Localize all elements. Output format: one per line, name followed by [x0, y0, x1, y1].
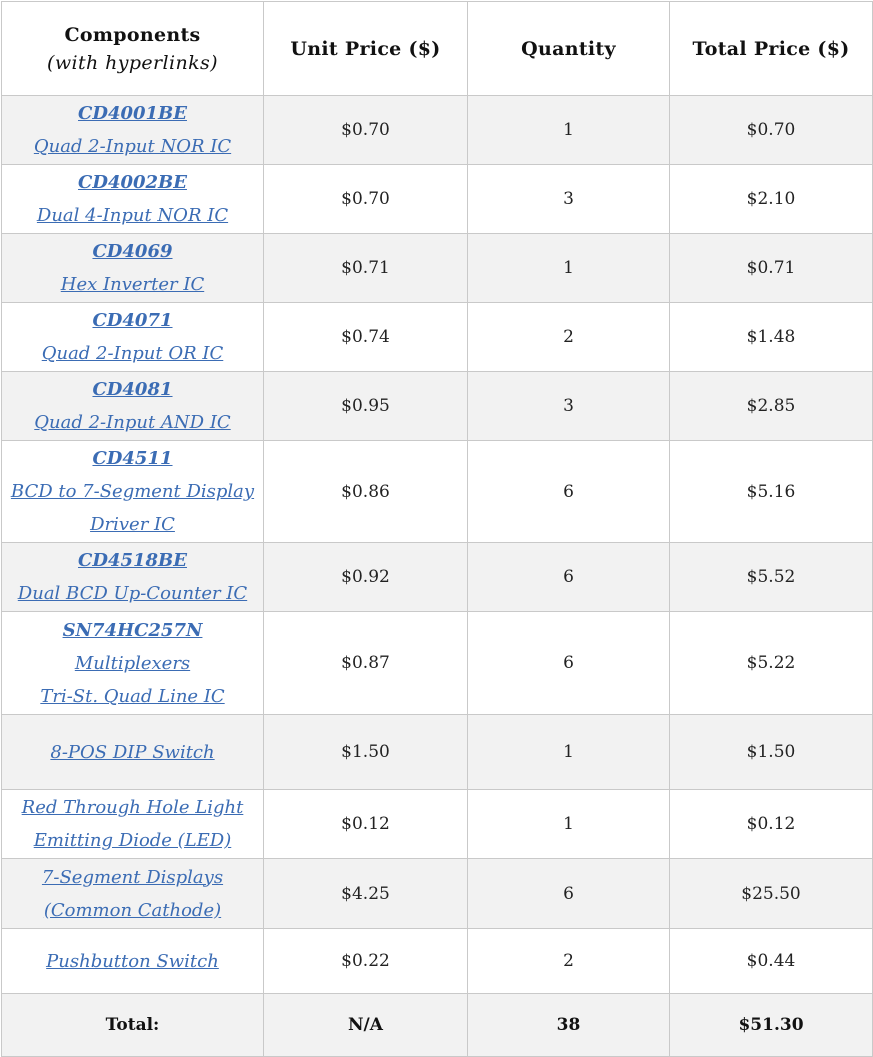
- table-row: CD4081 Quad 2-Input AND IC $0.95 3 $2.85: [1, 371, 873, 441]
- unit-price-cell: $1.50: [263, 714, 468, 790]
- total-price-cell: $1.48: [669, 302, 873, 372]
- table-row: Pushbutton Switch $0.22 2 $0.44: [1, 928, 873, 994]
- table-row: Red Through Hole Light Emitting Diode (LE…: [1, 789, 873, 859]
- component-cell: CD4071 Quad 2-Input OR IC: [1, 302, 264, 372]
- total-price-cell: $25.50: [669, 858, 873, 929]
- component-description-link[interactable]: Pushbutton Switch: [8, 945, 257, 978]
- component-description-link[interactable]: BCD to 7-Segment Display: [8, 475, 257, 508]
- header-components-sub: (with hyperlinks): [47, 51, 218, 74]
- component-cell: CD4081 Quad 2-Input AND IC: [1, 371, 264, 441]
- unit-price-cell: $0.71: [263, 233, 468, 303]
- component-description-link[interactable]: Dual 4-Input NOR IC: [8, 199, 257, 232]
- component-cell: 7-Segment Displays (Common Cathode): [1, 858, 264, 929]
- table-row: CD4069 Hex Inverter IC $0.71 1 $0.71: [1, 233, 873, 303]
- total-price-cell: $0.70: [669, 95, 873, 165]
- unit-price-cell: $0.87: [263, 611, 468, 715]
- component-part-link[interactable]: CD4001BE: [8, 97, 257, 130]
- unit-price-cell: $0.22: [263, 928, 468, 994]
- quantity-cell: 6: [467, 542, 670, 612]
- component-cell: CD4518BE Dual BCD Up-Counter IC: [1, 542, 264, 612]
- component-cell: CD4511 BCD to 7-Segment Display Driver IC: [1, 440, 264, 543]
- total-price-cell: $5.22: [669, 611, 873, 715]
- totals-row: Total: N/A 38 $51.30: [1, 993, 873, 1057]
- quantity-cell: 6: [467, 440, 670, 543]
- component-description-link[interactable]: Quad 2-Input OR IC: [8, 337, 257, 370]
- quantity-cell: 1: [467, 233, 670, 303]
- totals-unit-price: N/A: [263, 993, 468, 1057]
- unit-price-cell: $0.86: [263, 440, 468, 543]
- component-description-link[interactable]: Quad 2-Input NOR IC: [8, 130, 257, 163]
- unit-price-cell: $0.95: [263, 371, 468, 441]
- component-part-link[interactable]: CD4069: [8, 235, 257, 268]
- component-description-link[interactable]: Dual BCD Up-Counter IC: [8, 577, 257, 610]
- table-row: CD4001BE Quad 2-Input NOR IC $0.70 1 $0.70: [1, 95, 873, 165]
- component-part-link[interactable]: CD4511: [8, 442, 257, 475]
- unit-price-cell: $0.70: [263, 95, 468, 165]
- quantity-cell: 1: [467, 789, 670, 859]
- component-description-link[interactable]: 7-Segment Displays: [8, 861, 257, 894]
- total-price-cell: $5.16: [669, 440, 873, 543]
- table-row: SN74HC257N Multiplexers Tri-St. Quad Line …: [1, 611, 873, 715]
- component-part-link[interactable]: CD4081: [8, 373, 257, 406]
- unit-price-cell: $4.25: [263, 858, 468, 929]
- table-row: CD4518BE Dual BCD Up-Counter IC $0.92 6 $5.5…: [1, 542, 873, 612]
- component-cell: Pushbutton Switch: [1, 928, 264, 994]
- total-price-cell: $2.85: [669, 371, 873, 441]
- unit-price-cell: $0.74: [263, 302, 468, 372]
- totals-label: Total:: [1, 993, 264, 1057]
- component-cell: CD4002BE Dual 4-Input NOR IC: [1, 164, 264, 234]
- component-part-link[interactable]: CD4071: [8, 304, 257, 337]
- component-cell: Red Through Hole Light Emitting Diode (LE…: [1, 789, 264, 859]
- total-price-cell: $5.52: [669, 542, 873, 612]
- table-row: CD4511 BCD to 7-Segment Display Driver IC $…: [1, 440, 873, 543]
- component-part-link[interactable]: CD4518BE: [8, 544, 257, 577]
- component-description-link[interactable]: Red Through Hole Light: [8, 791, 257, 824]
- quantity-cell: 3: [467, 164, 670, 234]
- component-cell: 8-POS DIP Switch: [1, 714, 264, 790]
- quantity-cell: 1: [467, 714, 670, 790]
- totals-total-price: $51.30: [669, 993, 873, 1057]
- quantity-cell: 6: [467, 611, 670, 715]
- component-part-link[interactable]: CD4002BE: [8, 166, 257, 199]
- total-price-cell: $0.71: [669, 233, 873, 303]
- unit-price-cell: $0.70: [263, 164, 468, 234]
- component-description-link[interactable]: Driver IC: [8, 508, 257, 541]
- component-description-link[interactable]: Quad 2-Input AND IC: [8, 406, 257, 439]
- component-description-link[interactable]: Hex Inverter IC: [8, 268, 257, 301]
- quantity-cell: 3: [467, 371, 670, 441]
- component-cell: CD4001BE Quad 2-Input NOR IC: [1, 95, 264, 165]
- quantity-cell: 1: [467, 95, 670, 165]
- table-header-row: Components (with hyperlinks) Unit Price …: [1, 1, 873, 96]
- component-description-link[interactable]: 8-POS DIP Switch: [8, 736, 257, 769]
- quantity-cell: 2: [467, 928, 670, 994]
- total-price-cell: $1.50: [669, 714, 873, 790]
- total-price-cell: $0.44: [669, 928, 873, 994]
- header-quantity: Quantity: [467, 1, 670, 96]
- quantity-cell: 2: [467, 302, 670, 372]
- header-total-price: Total Price ($): [669, 1, 873, 96]
- component-description-link[interactable]: Tri-St. Quad Line IC: [8, 680, 257, 713]
- component-description-link[interactable]: Emitting Diode (LED): [8, 824, 257, 857]
- total-price-cell: $0.12: [669, 789, 873, 859]
- table-row: CD4002BE Dual 4-Input NOR IC $0.70 3 $2.10: [1, 164, 873, 234]
- component-part-link[interactable]: SN74HC257N: [8, 614, 257, 647]
- table-row: 8-POS DIP Switch $1.50 1 $1.50: [1, 714, 873, 790]
- header-components-label: Components: [64, 23, 201, 46]
- header-unit-price: Unit Price ($): [263, 1, 468, 96]
- component-description-link[interactable]: Multiplexers: [8, 647, 257, 680]
- table-row: CD4071 Quad 2-Input OR IC $0.74 2 $1.48: [1, 302, 873, 372]
- component-cell: CD4069 Hex Inverter IC: [1, 233, 264, 303]
- quantity-cell: 6: [467, 858, 670, 929]
- header-components: Components (with hyperlinks): [1, 1, 264, 96]
- component-cell: SN74HC257N Multiplexers Tri-St. Quad Line …: [1, 611, 264, 715]
- components-price-table: Components (with hyperlinks) Unit Price …: [1, 1, 873, 1057]
- unit-price-cell: $0.12: [263, 789, 468, 859]
- totals-quantity: 38: [467, 993, 670, 1057]
- table-row: 7-Segment Displays (Common Cathode) $4.25 6…: [1, 858, 873, 929]
- total-price-cell: $2.10: [669, 164, 873, 234]
- component-description-link[interactable]: (Common Cathode): [8, 894, 257, 927]
- unit-price-cell: $0.92: [263, 542, 468, 612]
